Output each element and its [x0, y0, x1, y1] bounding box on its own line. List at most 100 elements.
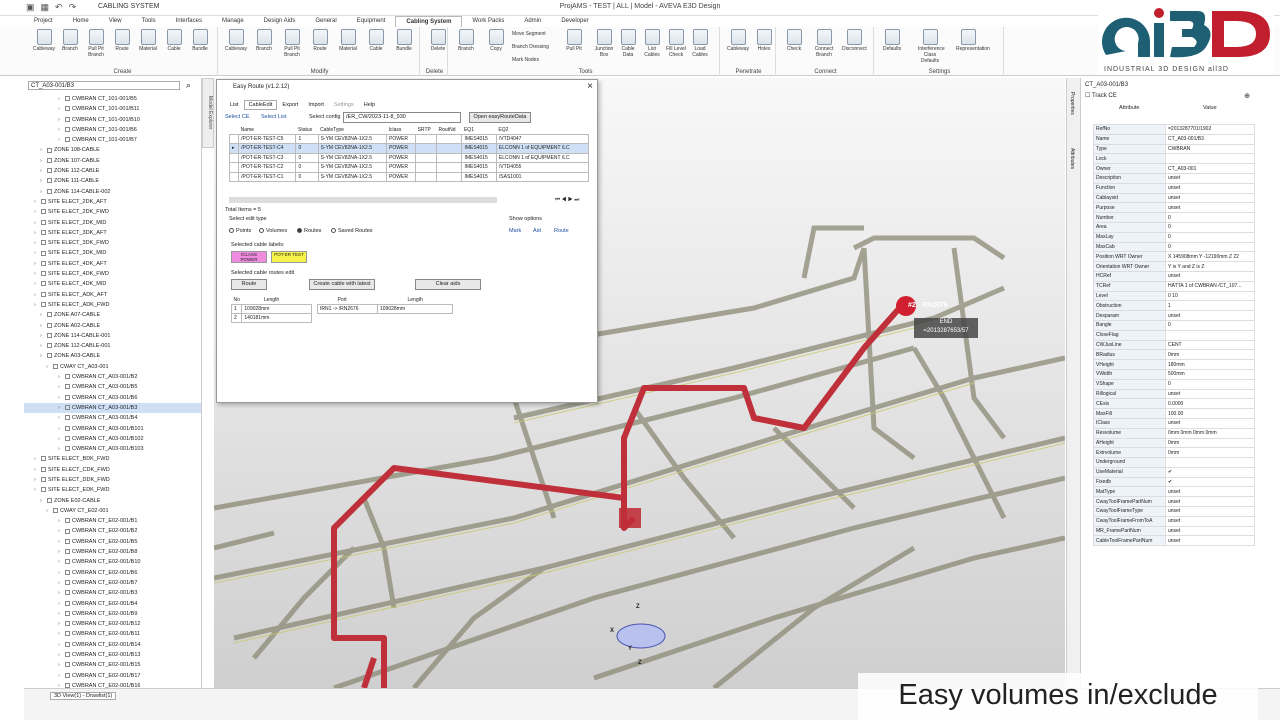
menu-tab[interactable]: View	[99, 16, 132, 27]
ribbon-button[interactable]: Bundle	[188, 29, 212, 52]
chevron-right-icon[interactable]: ›	[58, 372, 65, 382]
ribbon-button[interactable]: Defaults	[880, 29, 904, 52]
table-cell[interactable]: IRN1 -> /RN2676	[317, 303, 378, 314]
tree-item[interactable]: › CWBRAN CT_E02-001/B16	[24, 681, 201, 688]
menu-tab[interactable]: Manage	[212, 16, 254, 27]
tree-item[interactable]: › CWBRAN CT_A03-001/B102	[24, 434, 201, 444]
ribbon-button[interactable]: Representation	[956, 29, 990, 52]
label-swatch-test[interactable]: POT-ER TEST	[271, 251, 307, 263]
chevron-right-icon[interactable]: ›	[58, 516, 65, 526]
create-cable-button[interactable]: Create cable with latest	[309, 279, 375, 290]
ribbon-button[interactable]: Route	[110, 29, 134, 52]
tree-item[interactable]: › SITE ELECT_CDK_FWD	[24, 465, 201, 475]
attribute-value[interactable]: unset	[1165, 192, 1255, 204]
ribbon-button[interactable]: Cableway	[224, 29, 248, 52]
ribbon-button[interactable]: Pull Pit Branch	[280, 29, 304, 58]
chevron-right-icon[interactable]: ›	[40, 176, 47, 186]
attribute-value[interactable]: unset	[1165, 496, 1255, 508]
document-tab[interactable]: 3D View(1) - Drawlist(1)	[50, 692, 117, 700]
ribbon-button[interactable]: Copy	[484, 29, 508, 52]
attribute-value[interactable]: ✔	[1165, 466, 1255, 478]
tree-item[interactable]: › CWBRAN CT_A03-001/B103	[24, 444, 201, 454]
attribute-value[interactable]: unset	[1165, 388, 1255, 400]
attribute-row[interactable]: UseMaterial ✔	[1093, 466, 1255, 478]
chevron-right-icon[interactable]: ›	[58, 568, 65, 578]
attribute-value[interactable]: 0	[1165, 319, 1255, 331]
tree-item[interactable]: › CWBRAN CT_101-001/B10	[24, 115, 201, 125]
properties-side-tab[interactable]: Properties	[1069, 92, 1075, 115]
chevron-right-icon[interactable]: ›	[58, 609, 65, 619]
tree-item[interactable]: › CWBRAN CT_E02-001/B15	[24, 660, 201, 670]
table-cell[interactable]: IMES4015	[461, 152, 497, 163]
chevron-right-icon[interactable]: ›	[34, 485, 41, 495]
table-cell[interactable]: /POT-ER-TEST-C1	[238, 171, 297, 182]
menu-tab[interactable]: Developer	[551, 16, 598, 27]
ribbon-button[interactable]: Cableway	[32, 29, 56, 52]
chevron-right-icon[interactable]: ›	[58, 115, 65, 125]
ribbon-button[interactable]: Junction Box	[592, 29, 616, 58]
attribute-row[interactable]: MaxCab 0	[1093, 241, 1255, 253]
tree-item[interactable]: › SITE ELECT_ADK_AFT	[24, 290, 201, 300]
attribute-value[interactable]: X 145908mm Y -12190mm Z 22	[1165, 251, 1255, 263]
table-cell[interactable]: IMES4015	[461, 133, 497, 144]
tree-item[interactable]: › SITE ELECT_2DK_MID	[24, 218, 201, 228]
chevron-right-icon[interactable]: ›	[40, 341, 47, 351]
chevron-right-icon[interactable]: ›	[58, 681, 65, 688]
row-selector[interactable]	[228, 152, 240, 163]
ribbon-button[interactable]: Disconnect	[842, 29, 867, 52]
chevron-right-icon[interactable]: ›	[58, 640, 65, 650]
tree-item[interactable]: › SITE ELECT_BDK_FWD	[24, 454, 201, 464]
ribbon-button[interactable]: Route	[308, 29, 332, 52]
attribute-row[interactable]: Resvolume 0mm 0mm 0mm 0mm	[1093, 427, 1255, 439]
tree-item[interactable]: › CWBRAN CT_E02-001/B3	[24, 588, 201, 598]
chevron-right-icon[interactable]: ›	[34, 207, 41, 217]
tree-item[interactable]: › CWBRAN CT_E02-001/B7	[24, 578, 201, 588]
cable-col-header[interactable]: RoutNd	[437, 126, 462, 134]
ribbon-button[interactable]: Branch	[252, 29, 276, 52]
attribute-row[interactable]: CableToolFramePartNum unset	[1093, 535, 1255, 547]
tree-item[interactable]: › CWBRAN CT_E02-001/B2	[24, 526, 201, 536]
tree-item[interactable]: › ZONE 112-CABLE	[24, 166, 201, 176]
show-aid-link[interactable]: Aid	[533, 228, 541, 234]
table-cell[interactable]: /POT-ER-TEST-C4	[238, 143, 297, 154]
table-cell[interactable]: POWER	[386, 152, 417, 163]
attribute-row[interactable]: Cablaysid unset	[1093, 192, 1255, 204]
attribute-value[interactable]	[1165, 457, 1255, 468]
attribute-value[interactable]: CENT	[1165, 339, 1255, 351]
pager-icon[interactable]: ⏮ ◀ ▶ ⏭	[555, 197, 579, 204]
tree-item[interactable]: › ZONE 114-CABLE-001	[24, 331, 201, 341]
attribute-value[interactable]: CT_A03-001/B3	[1165, 133, 1255, 145]
tree-item[interactable]: › CWBRAN CT_101-001/B5	[24, 94, 201, 104]
horizontal-scrollbar[interactable]	[229, 197, 497, 203]
tree-item[interactable]: › ZONE A07-CABLE	[24, 310, 201, 320]
chevron-right-icon[interactable]: ›	[58, 557, 65, 567]
table-cell[interactable]: S-YM CEV82NA-1X2.5	[317, 171, 388, 182]
mark-nodes-button[interactable]: Mark Nodes	[512, 57, 539, 63]
attribute-row[interactable]: Owner CT_A03-001	[1093, 163, 1255, 174]
tree-item[interactable]: › ZONE E02-CABLE	[24, 496, 201, 506]
tree-item[interactable]: › CWBRAN CT_101-001/B11	[24, 104, 201, 114]
table-row[interactable]: 2 140181mm	[230, 312, 313, 323]
attribute-value[interactable]: 0 10	[1165, 290, 1255, 302]
volume-gizmo[interactable]	[616, 623, 666, 649]
attribute-row[interactable]: Obstruction 1	[1093, 300, 1255, 312]
chevron-right-icon[interactable]: ›	[40, 166, 47, 176]
attribute-row[interactable]: CExis 0.0000	[1093, 398, 1255, 410]
chevron-right-icon[interactable]: ›	[58, 125, 65, 135]
chevron-right-icon[interactable]: ›	[58, 650, 65, 660]
attribute-row[interactable]: Underground	[1093, 457, 1255, 468]
chevron-right-icon[interactable]: ›	[58, 537, 65, 547]
chevron-right-icon[interactable]: ›	[58, 578, 65, 588]
table-cell[interactable]: /POT-ER-TEST-C3	[238, 152, 297, 163]
attribute-value[interactable]: Y is Y and Z is Z	[1165, 261, 1255, 272]
attribute-value[interactable]: 0mm	[1165, 437, 1255, 449]
ribbon-button[interactable]: Bundle	[392, 29, 416, 52]
table-cell[interactable]	[415, 162, 438, 173]
attributes-side-tab[interactable]: Attributes	[1069, 148, 1075, 169]
ribbon-button[interactable]: List Cables	[640, 29, 664, 58]
ribbon-button[interactable]: Material	[336, 29, 360, 52]
attribute-row[interactable]: CwayToolFrameType unset	[1093, 506, 1255, 517]
cable-col-header[interactable]: SRTP	[416, 126, 437, 134]
tree-item[interactable]: › ZONE 112-CABLE-001	[24, 341, 201, 351]
edit-type-radio[interactable]: Saved Routes	[331, 228, 373, 234]
